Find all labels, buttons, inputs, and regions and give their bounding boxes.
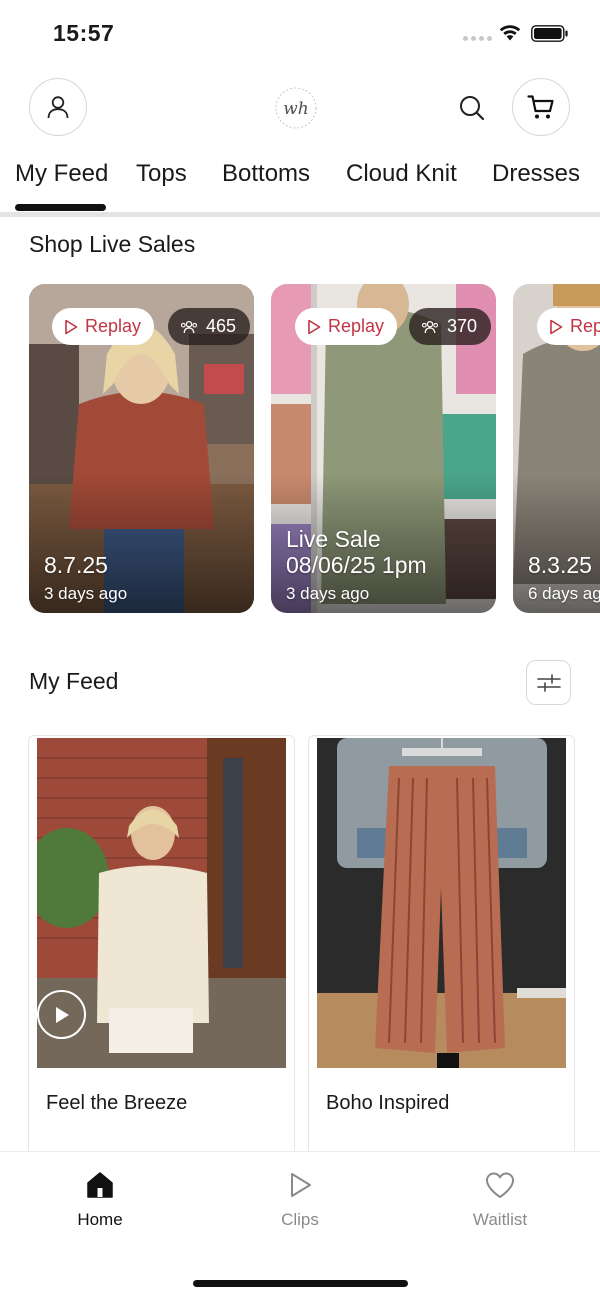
viewers-icon	[180, 320, 198, 333]
nav-item-waitlist[interactable]: Waitlist	[440, 1170, 560, 1230]
nav-item-clips[interactable]: Clips	[240, 1170, 360, 1230]
active-tab-indicator	[15, 204, 106, 211]
viewers-icon	[421, 320, 439, 333]
tab-my-feed[interactable]: My Feed	[15, 160, 108, 188]
battery-icon	[531, 25, 568, 42]
replay-badge[interactable]: Replay	[295, 308, 398, 345]
replay-badge[interactable]: Replay	[537, 308, 600, 345]
viewer-count-badge: 465	[168, 308, 251, 345]
nav-label: Home	[77, 1210, 123, 1229]
brand-logo[interactable]: wh	[268, 84, 324, 132]
account-button[interactable]	[29, 78, 87, 136]
tab-dresses[interactable]: Dresses	[492, 160, 580, 188]
feed-item-image	[317, 738, 566, 1068]
status-time: 15:57	[53, 20, 115, 46]
user-icon	[47, 96, 69, 119]
live-sale-title: 8.3.25	[528, 552, 592, 578]
sliders-icon	[536, 673, 561, 692]
video-play-button[interactable]	[37, 990, 86, 1039]
svg-text:wh: wh	[283, 99, 309, 119]
play-icon	[291, 1173, 311, 1197]
cart-button[interactable]	[512, 78, 570, 136]
home-indicator	[193, 1280, 408, 1287]
play-outline-icon	[65, 319, 78, 334]
live-sale-card[interactable]: Replay 370 Live Sale 08/06/25 1pm 3 days…	[271, 284, 496, 613]
live-sale-date: 3 days ago	[286, 584, 370, 603]
viewer-count: 370	[447, 316, 478, 336]
live-sale-date: 3 days ago	[44, 584, 128, 603]
wifi-icon	[499, 25, 521, 41]
app-header: wh	[0, 78, 600, 138]
live-sale-title-line: Live Sale	[286, 526, 381, 552]
feed-heading: My Feed	[29, 668, 119, 694]
nav-label: Waitlist	[472, 1210, 528, 1229]
search-icon[interactable]	[456, 92, 488, 124]
tab-cloud-knit[interactable]: Cloud Knit	[346, 160, 457, 188]
live-sale-title: Live Sale 08/06/25 1pm	[286, 526, 427, 578]
heart-icon	[486, 1172, 514, 1198]
play-outline-icon	[550, 319, 563, 334]
live-sale-title: 8.7.25	[44, 552, 108, 578]
home-icon	[87, 1172, 113, 1198]
feed-item-card[interactable]: Feel the Breeze	[28, 735, 295, 1165]
live-sale-date: 6 days ago	[528, 584, 600, 603]
replay-label: Replay	[85, 316, 142, 336]
bottom-nav: Home Clips Waitlist	[0, 1151, 600, 1299]
play-icon	[55, 1006, 69, 1023]
filter-button[interactable]	[526, 660, 571, 705]
signal-dots-icon	[463, 36, 492, 41]
tab-bottoms[interactable]: Bottoms	[222, 160, 310, 188]
viewer-count: 465	[206, 316, 237, 336]
replay-badge[interactable]: Replay	[52, 308, 155, 345]
cart-icon	[527, 95, 554, 119]
live-sales-heading: Shop Live Sales	[29, 231, 196, 257]
live-sale-title-line: 08/06/25 1pm	[286, 552, 427, 578]
replay-label: Replay	[328, 316, 385, 336]
live-sale-card[interactable]: Replay 8.3.25 6 days ago	[513, 284, 600, 613]
viewer-count-badge: 370	[409, 308, 492, 345]
play-outline-icon	[308, 319, 321, 334]
tabs-divider	[0, 212, 600, 217]
feed-item-title: Boho Inspired	[326, 1092, 450, 1114]
nav-item-home[interactable]: Home	[40, 1170, 160, 1230]
category-tabs: My Feed Tops Bottoms Cloud Knit Dresses	[0, 160, 600, 216]
live-sales-carousel[interactable]: Replay 465 8.7.25 3 days ago Replay 370 …	[0, 284, 600, 614]
status-bar: 15:57	[0, 0, 600, 66]
live-sale-card[interactable]: Replay 465 8.7.25 3 days ago	[29, 284, 254, 613]
feed-item-title: Feel the Breeze	[46, 1092, 188, 1114]
nav-label: Clips	[281, 1210, 319, 1229]
tab-tops[interactable]: Tops	[136, 160, 187, 188]
replay-label: Replay	[570, 316, 600, 336]
feed-item-card[interactable]: Boho Inspired	[308, 735, 575, 1165]
